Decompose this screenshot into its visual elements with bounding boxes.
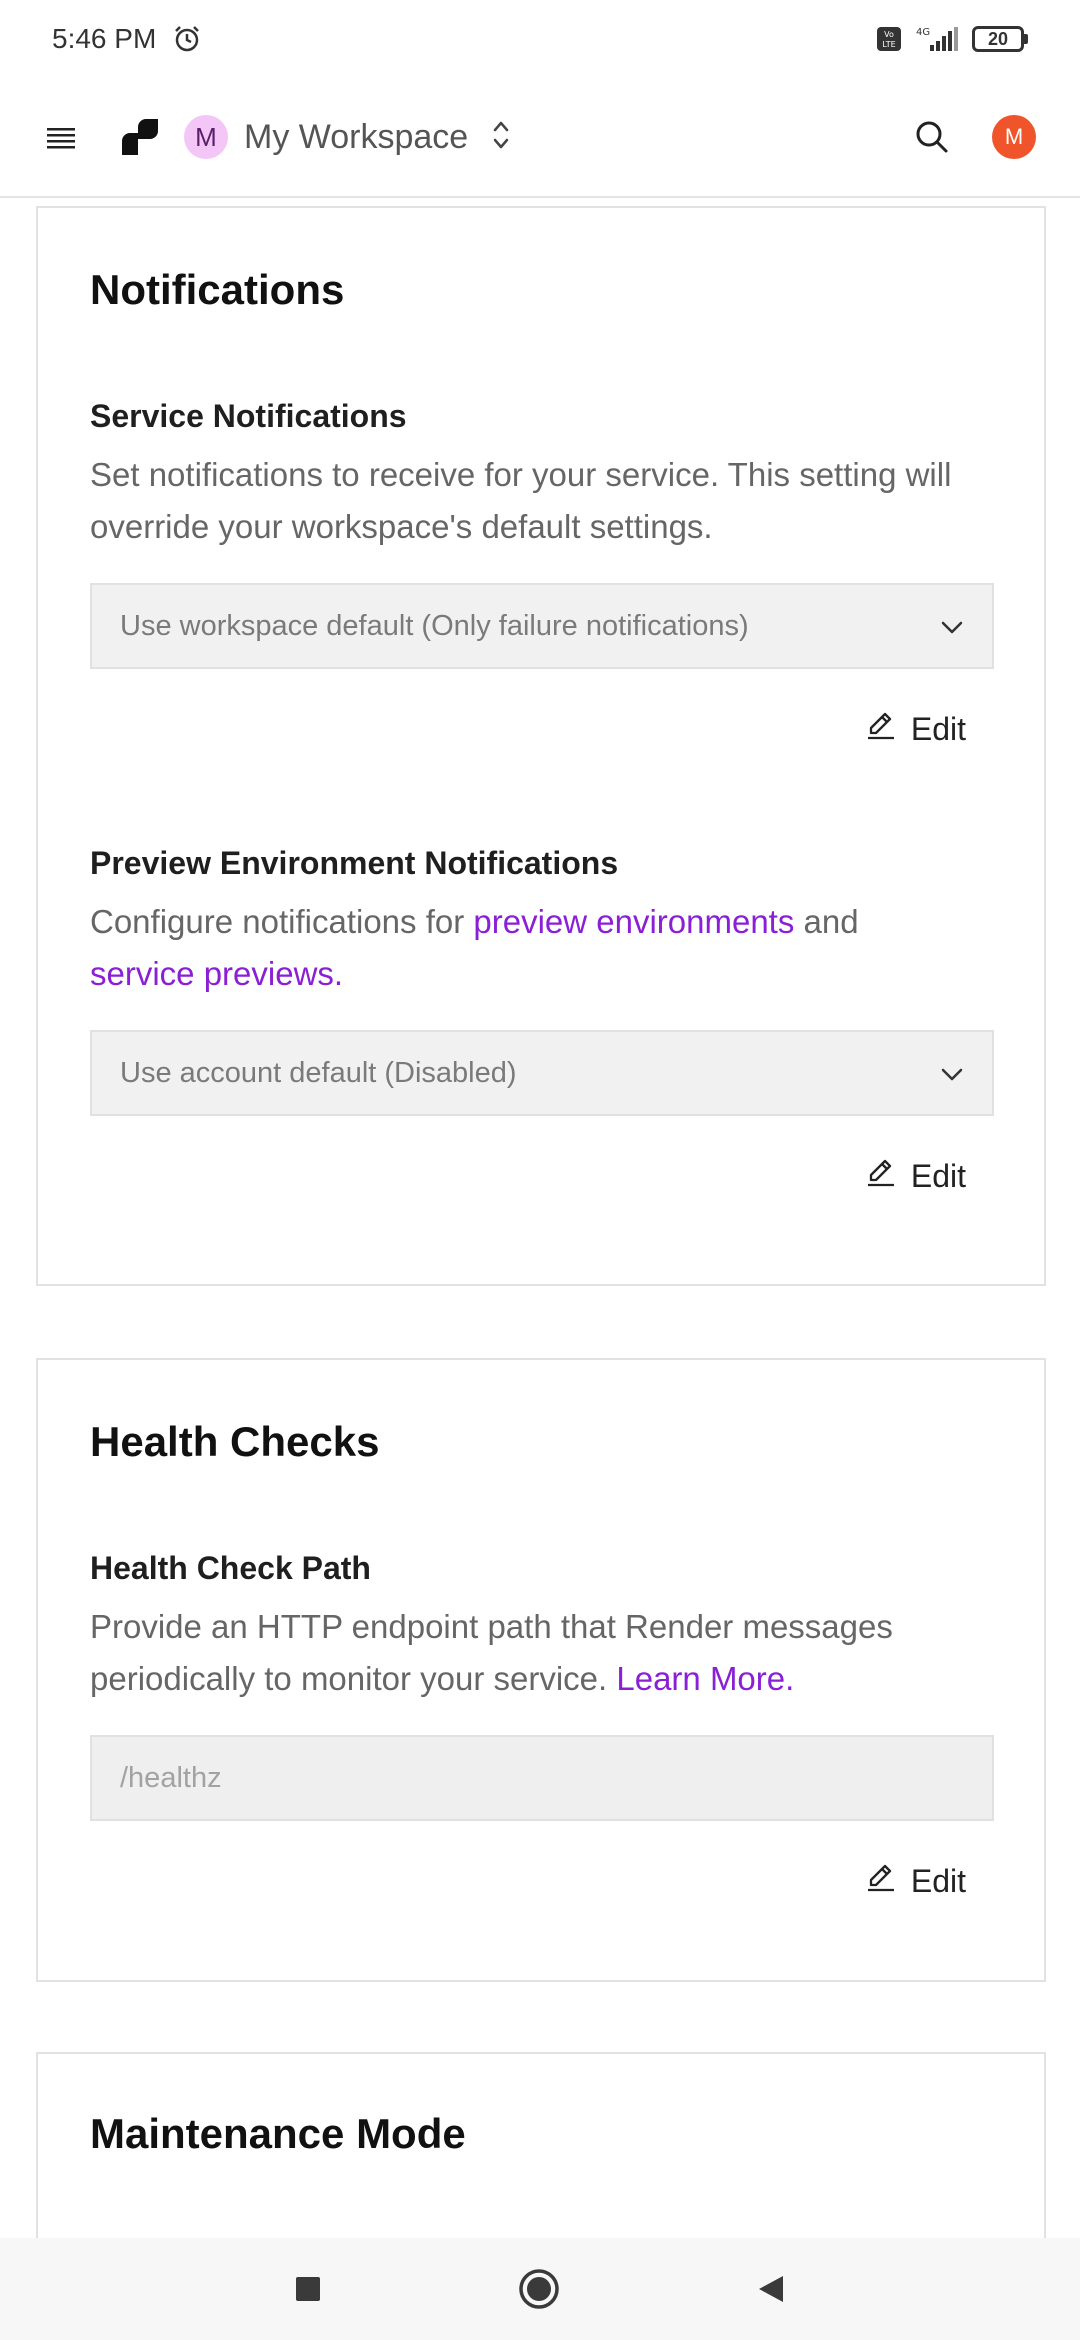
preview-desc-prefix: Configure notifications for xyxy=(90,903,474,940)
pencil-icon xyxy=(865,709,897,749)
notifications-title: Notifications xyxy=(90,266,345,313)
status-bar: 5:46 PM Vo LTE 4G 20 xyxy=(0,0,1080,78)
volte-icon: Vo LTE xyxy=(876,26,902,52)
chevron-down-icon xyxy=(940,1057,964,1090)
system-nav-bar xyxy=(0,2238,1080,2340)
pencil-icon xyxy=(865,1156,897,1196)
service-notifications-selected: Use workspace default (Only failure noti… xyxy=(120,609,749,642)
svg-text:Vo: Vo xyxy=(884,30,894,39)
edit-label: Edit xyxy=(910,710,966,747)
render-logo-icon[interactable] xyxy=(120,117,160,157)
edit-label: Edit xyxy=(910,1862,966,1899)
workspace-name: My Workspace xyxy=(244,117,469,156)
maintenance-mode-card: Maintenance Mode xyxy=(36,2052,1046,2238)
service-notifications-title: Service Notifications xyxy=(90,398,407,434)
preview-environments-link[interactable]: preview environments xyxy=(473,903,794,940)
health-check-path-title: Health Check Path xyxy=(90,1550,371,1586)
learn-more-link[interactable]: Learn More. xyxy=(616,1660,794,1697)
workspace-avatar: M xyxy=(184,115,228,159)
health-checks-card: Health Checks Health Check Path Provide … xyxy=(36,1358,1046,1982)
square-icon[interactable] xyxy=(294,2275,322,2303)
status-left: 5:46 PM xyxy=(52,23,202,55)
service-previews-link[interactable]: service previews. xyxy=(90,955,343,992)
preview-notifications-selected: Use account default (Disabled) xyxy=(120,1056,517,1089)
notifications-card: Notifications Service Notifications Set … xyxy=(36,206,1046,1286)
preview-notifications-select[interactable]: Use account default (Disabled) xyxy=(90,1030,994,1116)
chevron-up-down-icon xyxy=(490,118,512,157)
health-check-path-desc: Provide an HTTP endpoint path that Rende… xyxy=(90,1601,992,1705)
health-checks-title: Health Checks xyxy=(90,1418,380,1465)
battery-level: 20 xyxy=(972,26,1024,52)
preview-notifications-edit-button[interactable]: Edit xyxy=(865,1156,966,1196)
pencil-icon xyxy=(865,1861,897,1901)
signal-icon: 4G xyxy=(914,25,960,53)
preview-desc-middle: and xyxy=(794,903,859,940)
search-icon[interactable] xyxy=(912,117,952,157)
service-notifications-select[interactable]: Use workspace default (Only failure noti… xyxy=(90,583,994,669)
app-header: M My Workspace M xyxy=(0,78,1080,198)
health-check-path-input[interactable]: /healthz xyxy=(90,1735,994,1821)
status-right: Vo LTE 4G 20 xyxy=(876,25,1028,53)
health-check-path-placeholder: /healthz xyxy=(120,1761,222,1794)
alarm-icon xyxy=(172,24,202,54)
maintenance-mode-title: Maintenance Mode xyxy=(90,2110,466,2157)
circle-home-icon[interactable] xyxy=(518,2268,560,2310)
preview-notifications-desc: Configure notifications for preview envi… xyxy=(90,896,992,1000)
service-notifications-desc: Set notifications to receive for your se… xyxy=(90,456,952,545)
status-time: 5:46 PM xyxy=(52,23,157,54)
edit-label: Edit xyxy=(910,1157,966,1194)
menu-icon[interactable] xyxy=(44,120,78,154)
svg-text:4G: 4G xyxy=(916,27,930,38)
service-notifications-edit-button[interactable]: Edit xyxy=(865,709,966,749)
settings-content: Notifications Service Notifications Set … xyxy=(0,198,1080,2238)
workspace-switcher[interactable]: M My Workspace xyxy=(184,115,512,159)
preview-notifications-title: Preview Environment Notifications xyxy=(90,845,619,881)
health-check-edit-button[interactable]: Edit xyxy=(865,1861,966,1901)
svg-text:LTE: LTE xyxy=(882,40,895,49)
chevron-down-icon xyxy=(940,610,964,643)
battery-icon: 20 xyxy=(972,26,1028,52)
triangle-back-icon[interactable] xyxy=(756,2274,786,2304)
user-avatar[interactable]: M xyxy=(992,115,1036,159)
